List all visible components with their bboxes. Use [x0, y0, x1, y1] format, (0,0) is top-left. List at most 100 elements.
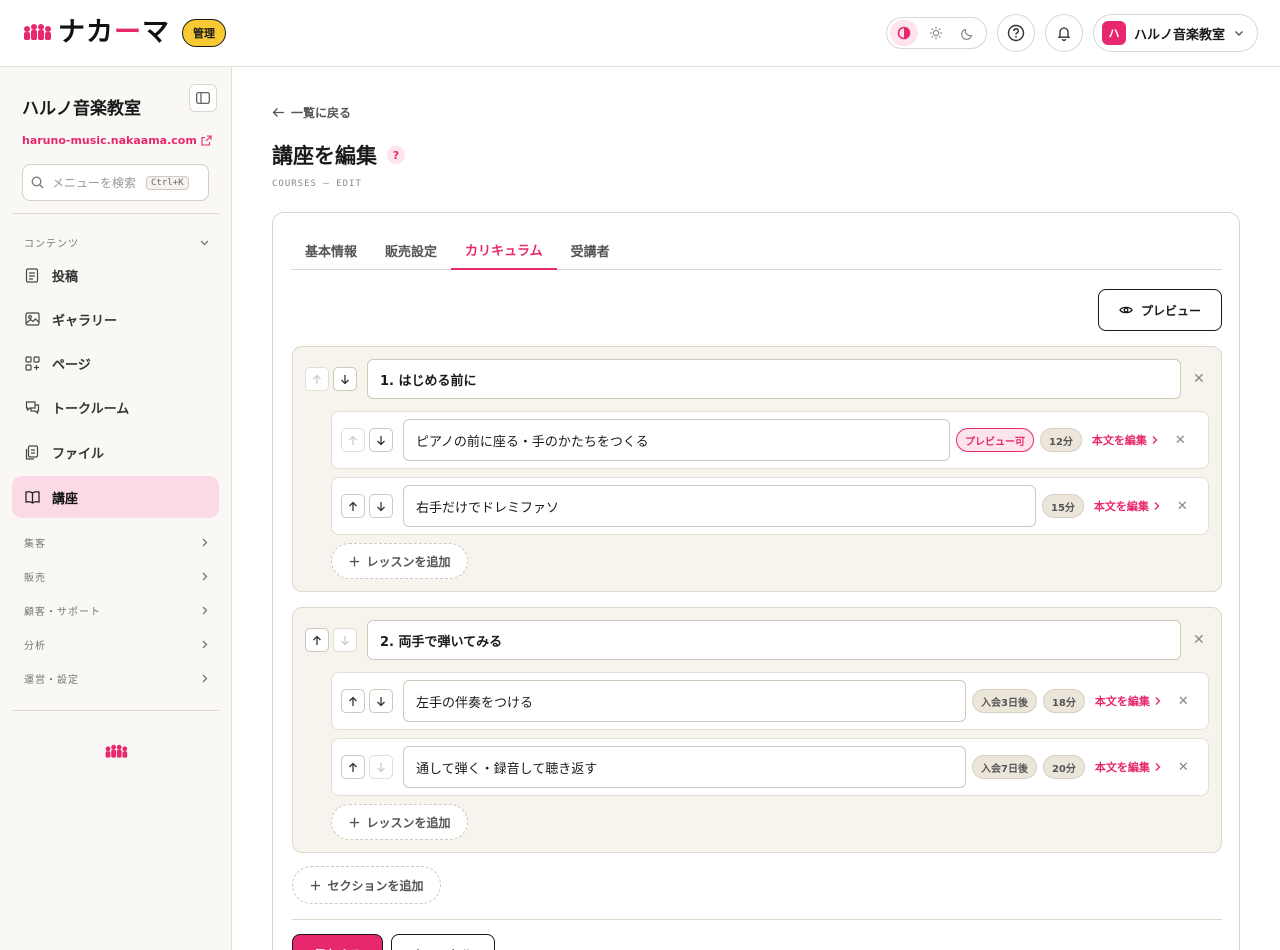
tab-curriculum[interactable]: カリキュラム	[451, 230, 557, 270]
tab-students[interactable]: 受講者	[557, 230, 624, 270]
preview-button[interactable]: プレビュー	[1098, 289, 1222, 331]
chevron-down-icon	[200, 240, 209, 246]
delete-section-icon[interactable]: ✕	[1193, 632, 1205, 648]
sidebar-collapse-button[interactable]	[189, 84, 217, 112]
preview-button-label: プレビュー	[1140, 303, 1201, 318]
add-lesson-button[interactable]: ＋ レッスンを追加	[331, 543, 468, 579]
delete-lesson-icon[interactable]: ✕	[1175, 433, 1186, 448]
add-lesson-label: レッスンを追加	[366, 554, 451, 569]
notifications-button[interactable]	[1045, 14, 1083, 52]
group-operations-settings[interactable]: 運営・設定	[24, 671, 210, 686]
move-down-button[interactable]	[333, 367, 357, 391]
contrast-icon[interactable]	[890, 20, 918, 46]
move-down-button[interactable]	[333, 628, 357, 652]
tab-basic-info[interactable]: 基本情報	[291, 230, 371, 270]
lesson-title-input[interactable]: ピアノの前に座る・手のかたちをつくる	[403, 419, 950, 461]
move-up-button[interactable]	[305, 628, 329, 652]
sidebar-item-posts[interactable]: 投稿	[12, 254, 219, 296]
page-title: 講座を編集 ?	[272, 140, 405, 170]
arrow-up-icon	[349, 696, 357, 706]
account-menu[interactable]: ハ ハルノ音楽教室	[1093, 14, 1258, 52]
tab-sales-settings[interactable]: 販売設定	[371, 230, 451, 270]
group-analytics[interactable]: 分析	[24, 637, 210, 652]
delete-lesson-icon[interactable]: ✕	[1178, 694, 1189, 709]
chevron-right-icon	[202, 538, 208, 547]
section-title-input[interactable]: 1. はじめる前に	[367, 359, 1181, 399]
arrow-up-icon	[313, 635, 321, 645]
move-down-button[interactable]	[369, 428, 393, 452]
search-shortcut: Ctrl+K	[146, 175, 189, 190]
move-up-button[interactable]	[341, 755, 365, 779]
lesson-title-input[interactable]: 右手だけでドレミファソ	[403, 485, 1036, 527]
arrow-down-icon	[377, 762, 385, 772]
group-contents[interactable]: コンテンツ	[24, 235, 210, 250]
add-section-label: セクションを追加	[327, 878, 424, 893]
preview-badge: プレビュー可	[956, 428, 1034, 452]
chevron-right-icon	[1155, 697, 1161, 705]
sidebar-item-label: 投稿	[52, 269, 79, 285]
lesson-row: 右手だけでドレミファソ 15分 本文を編集 ✕	[331, 477, 1209, 535]
document-icon	[24, 267, 40, 283]
edit-body-label: 本文を編集	[1094, 695, 1150, 708]
move-down-button[interactable]	[369, 755, 393, 779]
moon-icon[interactable]	[954, 20, 982, 46]
site-url-link[interactable]: haruno-music.nakaama.com	[22, 134, 212, 147]
arrow-down-icon	[341, 635, 349, 645]
move-up-button[interactable]	[305, 367, 329, 391]
search-placeholder: メニューを検索	[52, 176, 137, 190]
arrow-up-icon	[313, 374, 321, 384]
sidebar-divider	[12, 213, 219, 214]
theme-toggle[interactable]	[886, 17, 987, 49]
account-avatar: ハ	[1102, 21, 1126, 45]
move-down-button[interactable]	[369, 689, 393, 713]
account-name: ハルノ音楽教室	[1134, 27, 1226, 43]
add-section-button[interactable]: ＋ セクションを追加	[292, 866, 441, 904]
group-contents-label: コンテンツ	[24, 239, 79, 250]
group-label: 販売	[24, 573, 46, 584]
sidebar-item-talkroom[interactable]: トークルーム	[12, 386, 219, 428]
delete-lesson-icon[interactable]: ✕	[1178, 760, 1189, 775]
duration-badge: 18分	[1042, 689, 1085, 713]
arrow-up-icon	[349, 501, 357, 511]
move-up-button[interactable]	[341, 428, 365, 452]
back-to-list-link[interactable]: 一覧に戻る	[272, 104, 351, 121]
cancel-button[interactable]: キャンセル	[391, 934, 495, 950]
lesson-title-input[interactable]: 左手の伴奏をつける	[403, 680, 966, 722]
lesson-title-input[interactable]: 通して弾く・録音して聴き返す	[403, 746, 966, 788]
duration-badge: 12分	[1040, 428, 1082, 452]
edit-body-link[interactable]: 本文を編集	[1094, 498, 1161, 514]
sidebar: ハルノ音楽教室 haruno-music.nakaama.com メニューを検索…	[0, 67, 232, 950]
sidebar-item-files[interactable]: ファイル	[12, 431, 219, 473]
plus-icon: ＋	[348, 815, 361, 830]
sidebar-item-gallery[interactable]: ギャラリー	[12, 298, 219, 340]
sidebar-item-pages[interactable]: ページ	[12, 342, 219, 384]
brand-logo[interactable]: ナカーマ 管理	[22, 19, 226, 47]
delete-section-icon[interactable]: ✕	[1193, 371, 1205, 387]
chevron-right-icon	[202, 674, 208, 683]
group-customer-support[interactable]: 顧客・サポート	[24, 603, 210, 618]
group-label: 分析	[24, 641, 46, 652]
move-down-button[interactable]	[369, 494, 393, 518]
add-lesson-button[interactable]: ＋ レッスンを追加	[331, 804, 468, 840]
move-up-button[interactable]	[341, 689, 365, 713]
menu-search-input[interactable]: メニューを検索 Ctrl+K	[22, 164, 209, 201]
arrow-down-icon	[377, 435, 385, 445]
section-title-input[interactable]: 2. 両手で弾いてみる	[367, 620, 1181, 660]
edit-body-link[interactable]: 本文を編集	[1095, 693, 1162, 709]
group-marketing[interactable]: 集客	[24, 535, 210, 550]
sun-icon[interactable]	[922, 20, 950, 46]
lesson-row: 通して弾く・録音して聴き返す 入会7日後 20分 本文を編集 ✕	[331, 738, 1209, 796]
duration-badge: 15分	[1042, 494, 1084, 518]
arrow-down-icon	[377, 501, 385, 511]
edit-body-link[interactable]: 本文を編集	[1092, 432, 1159, 448]
edit-body-link[interactable]: 本文を編集	[1095, 759, 1162, 775]
sidebar-item-courses[interactable]: 講座	[12, 476, 219, 518]
plus-icon: ＋	[309, 878, 322, 893]
save-button[interactable]: 保存する	[292, 934, 383, 950]
help-button[interactable]	[997, 14, 1035, 52]
help-question-icon[interactable]: ?	[387, 146, 405, 164]
section-header: 2. 両手で弾いてみる ✕	[305, 620, 1209, 660]
delete-lesson-icon[interactable]: ✕	[1177, 499, 1188, 514]
group-sales[interactable]: 販売	[24, 569, 210, 584]
move-up-button[interactable]	[341, 494, 365, 518]
